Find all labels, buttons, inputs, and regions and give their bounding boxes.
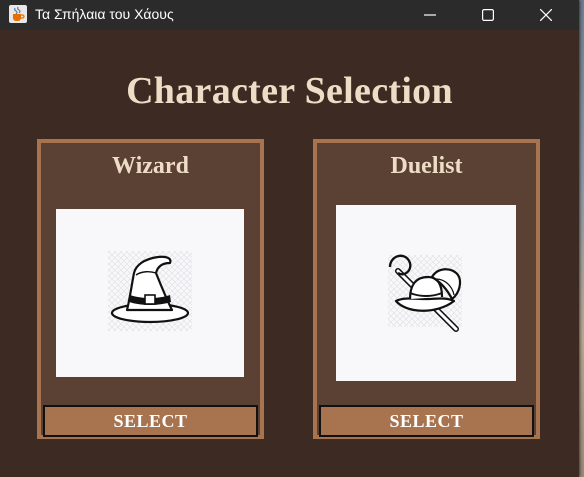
maximize-button[interactable]	[465, 0, 511, 30]
page-title: Character Selection	[126, 70, 453, 112]
java-cup-icon	[9, 5, 27, 23]
select-wizard-button[interactable]: SELECT	[43, 405, 258, 437]
character-card-wizard: Wizard SELECT	[37, 139, 264, 439]
close-button[interactable]	[523, 0, 569, 30]
character-portrait	[56, 209, 244, 377]
maximize-icon	[482, 9, 494, 21]
close-icon	[540, 9, 552, 21]
wizard-hat-icon	[100, 243, 200, 344]
title-bar[interactable]: Τα Σπήλαια του Χάους	[0, 0, 579, 30]
minimize-icon	[424, 9, 436, 21]
character-name: Duelist	[390, 153, 463, 179]
minimize-button[interactable]	[407, 0, 453, 30]
musketeer-hat-sword-icon	[376, 241, 476, 346]
window-title: Τα Σπήλαια του Χάους	[35, 6, 174, 22]
character-card-duelist: Duelist SELECT	[313, 139, 540, 439]
character-portrait	[336, 205, 516, 381]
character-name: Wizard	[112, 153, 189, 179]
game-window: Τα Σπήλαια του Χάους Character Selection…	[0, 0, 579, 477]
select-duelist-button[interactable]: SELECT	[319, 405, 534, 437]
